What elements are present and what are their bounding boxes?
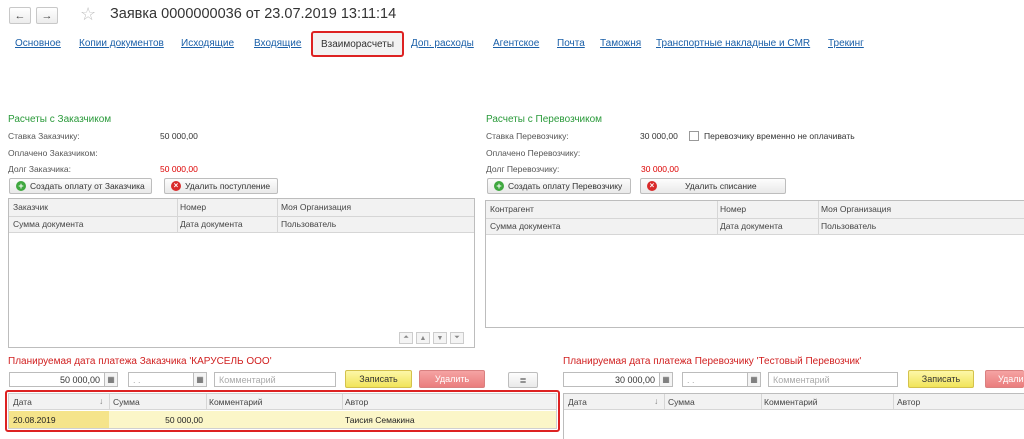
back-button[interactable]: ← — [9, 7, 31, 24]
column-header-counterparty[interactable]: Контрагент — [490, 204, 534, 214]
plus-icon: + — [16, 181, 26, 191]
column-header-user[interactable]: Пользователь — [281, 219, 336, 229]
column-header-author[interactable]: Автор — [345, 397, 368, 407]
column-header-my-organization[interactable]: Моя Организация — [281, 202, 351, 212]
column-header-date[interactable]: Дата — [568, 397, 587, 407]
tab-main[interactable]: Основное — [15, 38, 61, 49]
customer-payments-table[interactable]: Заказчик Номер Моя Организация Сумма док… — [8, 198, 475, 348]
customer-plan-delete-button[interactable]: Удалить — [419, 370, 485, 388]
column-header-number[interactable]: Номер — [720, 204, 746, 214]
calculator-icon[interactable]: ▦ — [660, 372, 673, 387]
arrow-left-icon: ← — [14, 9, 26, 22]
carrier-plan-amount-input[interactable]: 30 000,00 — [563, 372, 660, 387]
delete-writeoff-button[interactable]: × Удалить списание — [640, 178, 786, 194]
create-customer-payment-button[interactable]: + Создать оплату от Заказчика — [9, 178, 152, 194]
column-header-sum[interactable]: Сумма — [113, 397, 140, 407]
column-header-customer[interactable]: Заказчик — [13, 202, 48, 212]
tab-tracking[interactable]: Трекинг — [828, 38, 864, 49]
carrier-plan-title: Планируемая дата платежа Перевозчику 'Те… — [563, 356, 862, 367]
customer-plan-table[interactable]: Дата ↓ Сумма Комментарий Автор 20.08.201… — [8, 393, 557, 429]
carrier-debt-label: Долг Перевозчику: — [486, 164, 560, 174]
create-carrier-payment-button[interactable]: + Создать оплату Перевозчику — [487, 178, 631, 194]
page-title: Заявка 0000000036 от 23.07.2019 13:11:14 — [110, 6, 397, 22]
column-header-doc-date[interactable]: Дата документа — [180, 219, 243, 229]
tab-outgoing[interactable]: Исходящие — [181, 38, 234, 49]
customer-rate-value: 50 000,00 — [160, 131, 198, 141]
customer-plan-save-button[interactable]: Записать — [345, 370, 412, 388]
tab-customs[interactable]: Таможня — [600, 38, 641, 49]
carrier-plan-save-button[interactable]: Записать — [908, 370, 974, 388]
sort-down-icon: ↓ — [654, 396, 659, 406]
no-pay-carrier-checkbox[interactable] — [689, 131, 699, 141]
close-circle-icon: × — [647, 181, 657, 191]
delete-receipt-button[interactable]: × Удалить поступление — [164, 178, 278, 194]
column-header-author[interactable]: Автор — [897, 397, 920, 407]
customer-debt-label: Долг Заказчика: — [8, 164, 71, 174]
calendar-icon[interactable]: ▦ — [748, 372, 761, 387]
customer-debt-value: 50 000,00 — [160, 164, 198, 174]
customer-plan-amount-input[interactable]: 50 000,00 — [9, 372, 105, 387]
carrier-debt-value: 30 000,00 — [641, 164, 679, 174]
carrier-payments-table[interactable]: Контрагент Номер Моя Организация Сумма д… — [485, 200, 1024, 328]
customer-plan-date-input[interactable]: . . — [128, 372, 194, 387]
calendar-icon[interactable]: ▦ — [194, 372, 207, 387]
plus-icon: + — [494, 181, 504, 191]
column-header-sum[interactable]: Сумма — [668, 397, 695, 407]
column-header-comment[interactable]: Комментарий — [764, 397, 818, 407]
forward-button[interactable]: → — [36, 7, 58, 24]
row-amount: 50 000,00 — [165, 415, 203, 425]
tab-document-copies[interactable]: Копии документов — [79, 38, 164, 49]
delete-receipt-label: Удалить поступление — [185, 181, 271, 191]
column-header-comment[interactable]: Комментарий — [209, 397, 263, 407]
column-header-doc-sum[interactable]: Сумма документа — [490, 221, 561, 231]
tab-agency[interactable]: Агентское — [493, 38, 539, 49]
customer-rate-label: Ставка Заказчику: — [8, 131, 80, 141]
carrier-rate-label: Ставка Перевозчику: — [486, 131, 569, 141]
scroll-up-icon[interactable]: ▲ — [416, 332, 430, 344]
carrier-plan-delete-button[interactable]: Удали — [985, 370, 1024, 388]
close-circle-icon: × — [171, 181, 181, 191]
column-header-my-organization[interactable]: Моя Организация — [821, 204, 891, 214]
no-pay-carrier-label[interactable]: Перевозчику временно не оплачивать — [704, 131, 855, 141]
calculator-icon[interactable]: ▦ — [105, 372, 118, 387]
customer-section-title: Расчеты с Заказчиком — [8, 114, 112, 125]
table-row[interactable]: 20.08.2019 50 000,00 Таисия Семакина — [9, 411, 556, 428]
list-icon[interactable]: ≣ — [508, 372, 538, 388]
column-header-user[interactable]: Пользователь — [821, 221, 876, 231]
column-header-doc-sum[interactable]: Сумма документа — [13, 219, 84, 229]
carrier-rate-value: 30 000,00 — [640, 131, 678, 141]
arrow-right-icon: → — [41, 9, 53, 22]
customer-paid-label: Оплачено Заказчиком: — [8, 148, 98, 158]
tab-mutual-settlements[interactable]: Взаиморасчеты — [311, 31, 404, 57]
carrier-plan-table[interactable]: Дата ↓ Сумма Комментарий Автор — [563, 393, 1024, 439]
carrier-section-title: Расчеты с Перевозчиком — [486, 114, 603, 125]
favorite-star-icon[interactable]: ☆ — [80, 4, 96, 24]
carrier-plan-comment-input[interactable]: Комментарий — [768, 372, 898, 387]
carrier-plan-date-input[interactable]: . . — [682, 372, 748, 387]
create-customer-payment-label: Создать оплату от Заказчика — [30, 181, 145, 191]
customer-plan-title: Планируемая дата платежа Заказчика 'КАРУ… — [8, 356, 272, 367]
customer-plan-comment-input[interactable]: Комментарий — [214, 372, 336, 387]
scroll-down-icon[interactable]: ▼ — [433, 332, 447, 344]
create-carrier-payment-label: Создать оплату Перевозчику — [508, 181, 623, 191]
scroll-top-icon[interactable]: ⏶ — [399, 332, 413, 344]
column-header-number[interactable]: Номер — [180, 202, 206, 212]
scroll-bottom-icon[interactable]: ⏷ — [450, 332, 464, 344]
tab-waybills-cmr[interactable]: Транспортные накладные и CMR — [656, 38, 810, 49]
column-header-date[interactable]: Дата — [13, 397, 32, 407]
row-date: 20.08.2019 — [13, 415, 56, 425]
row-author: Таисия Семакина — [345, 415, 415, 425]
sort-down-icon: ↓ — [99, 396, 104, 406]
carrier-paid-label: Оплачено Перевозчику: — [486, 148, 581, 158]
tab-mail[interactable]: Почта — [557, 38, 585, 49]
tab-incoming[interactable]: Входящие — [254, 38, 301, 49]
column-header-doc-date[interactable]: Дата документа — [720, 221, 783, 231]
delete-writeoff-label: Удалить списание — [685, 181, 757, 191]
tab-extra-expenses[interactable]: Доп. расходы — [411, 38, 474, 49]
